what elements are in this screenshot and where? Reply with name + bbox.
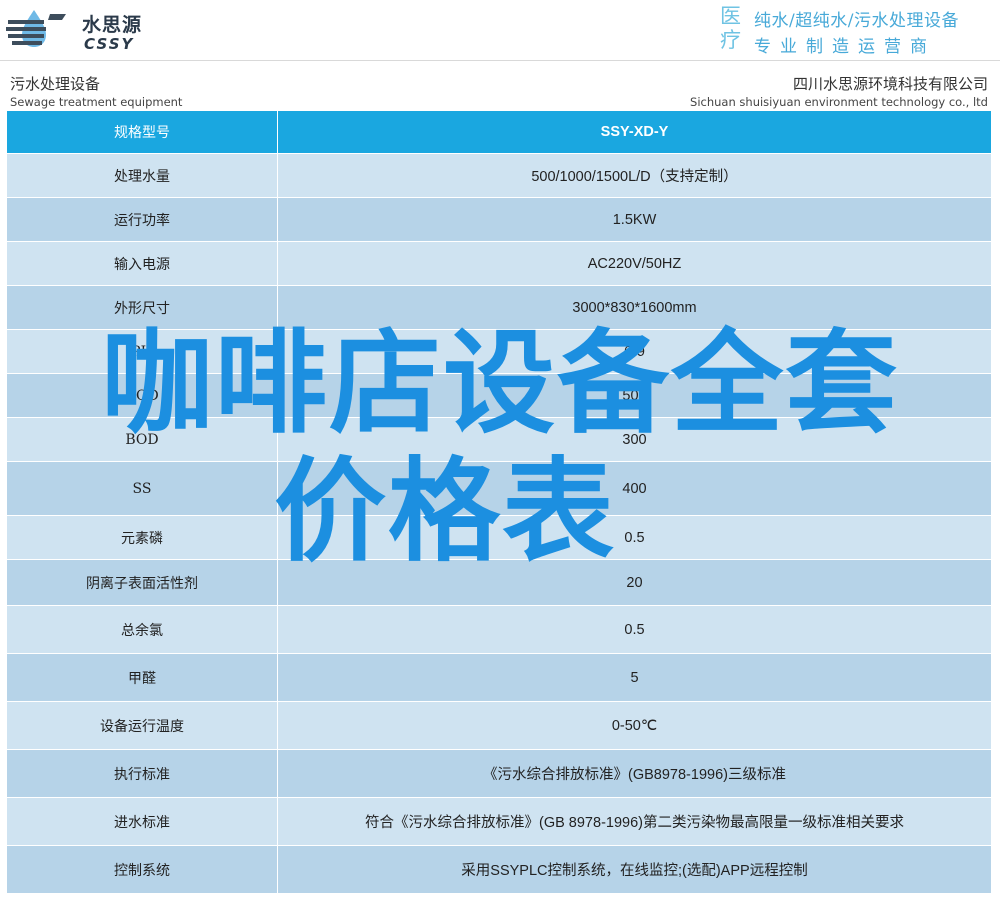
header-slogan: 医疗 纯水/超纯水/污水处理设备 专业制造运营商: [720, 4, 996, 57]
spec-value: 400: [277, 461, 992, 516]
spec-value: 1.5KW: [277, 197, 992, 242]
spec-value: 0.5: [277, 605, 992, 654]
product-subheader: 污水处理设备 Sewage treatment equipment 四川水思源环…: [0, 60, 1000, 111]
table-row: 输入电源 AC220V/50HZ: [6, 241, 992, 286]
spec-label: BOD: [6, 417, 278, 462]
spec-label: 外形尺寸: [6, 285, 278, 330]
table-row: 设备运行温度 0-50℃: [6, 701, 992, 750]
table-header-row: 规格型号 SSY-XD-Y: [6, 110, 992, 154]
spec-label: SS: [6, 461, 278, 516]
spec-label: 阴离子表面活性剂: [6, 559, 278, 606]
table-row: 甲醛 5: [6, 653, 992, 702]
table-row: 总余氯 0.5: [6, 605, 992, 654]
table-row: 元素磷 0.5: [6, 515, 992, 560]
spec-value: 《污水综合排放标准》(GB8978-1996)三级标准: [277, 749, 992, 798]
spec-label: 元素磷: [6, 515, 278, 560]
spec-label: PH: [6, 329, 278, 374]
spec-value: SSY-XD-Y: [277, 110, 992, 154]
table-row: 运行功率 1.5KW: [6, 197, 992, 242]
spec-value: 20: [277, 559, 992, 606]
table-row: PH 6-9: [6, 329, 992, 374]
logo-english-name: CSSY: [84, 35, 135, 53]
spec-value: 500/1000/1500L/D（支持定制）: [277, 153, 992, 198]
spec-value: 5: [277, 653, 992, 702]
table-row: 控制系统 采用SSYPLC控制系统，在线监控;(选配)APP远程控制: [6, 845, 992, 894]
spec-value: 500: [277, 373, 992, 418]
spec-value: 符合《污水综合排放标准》(GB 8978-1996)第二类污染物最高限量一级标准…: [277, 797, 992, 846]
company-logo: 水思源 CSSY: [6, 4, 166, 54]
spec-value: 采用SSYPLC控制系统，在线监控;(选配)APP远程控制: [277, 845, 992, 894]
water-drop-logo-icon: [6, 10, 66, 47]
spec-label: 甲醛: [6, 653, 278, 702]
spec-label: 控制系统: [6, 845, 278, 894]
table-row: 阴离子表面活性剂 20: [6, 559, 992, 606]
spec-value: 300: [277, 417, 992, 462]
spec-label: 处理水量: [6, 153, 278, 198]
logo-chinese-name: 水思源: [82, 14, 143, 36]
slogan-highlight: 医疗: [720, 4, 741, 52]
spec-value: 3000*830*1600mm: [277, 285, 992, 330]
product-category-en: Sewage treatment equipment: [10, 95, 183, 109]
slogan-tagline: 专业制造运营商: [754, 37, 936, 57]
spec-label: 设备运行温度: [6, 701, 278, 750]
table-row: 外形尺寸 3000*830*1600mm: [6, 285, 992, 330]
spec-label: 总余氯: [6, 605, 278, 654]
top-header: 水思源 CSSY 医疗 纯水/超纯水/污水处理设备 专业制造运营商: [0, 0, 1000, 58]
spec-label: 进水标准: [6, 797, 278, 846]
table-row: SS 400: [6, 461, 992, 516]
table-row: 进水标准 符合《污水综合排放标准》(GB 8978-1996)第二类污染物最高限…: [6, 797, 992, 846]
spec-value: 0.5: [277, 515, 992, 560]
spec-label: COD: [6, 373, 278, 418]
spec-table: 规格型号 SSY-XD-Y 处理水量 500/1000/1500L/D（支持定制…: [6, 110, 992, 894]
table-row: COD 500: [6, 373, 992, 418]
spec-value: 6-9: [277, 329, 992, 374]
company-name-en: Sichuan shuisiyuan environment technolog…: [690, 95, 988, 109]
company-name-cn: 四川水思源环境科技有限公司: [792, 75, 988, 93]
spec-label: 输入电源: [6, 241, 278, 286]
product-category-cn: 污水处理设备: [10, 75, 101, 93]
table-row: 处理水量 500/1000/1500L/D（支持定制）: [6, 153, 992, 198]
spec-label: 执行标准: [6, 749, 278, 798]
table-row: BOD 300: [6, 417, 992, 462]
spec-value: AC220V/50HZ: [277, 241, 992, 286]
table-row: 执行标准 《污水综合排放标准》(GB8978-1996)三级标准: [6, 749, 992, 798]
slogan-products: 纯水/超纯水/污水处理设备: [754, 11, 959, 31]
spec-value: 0-50℃: [277, 701, 992, 750]
spec-label: 运行功率: [6, 197, 278, 242]
spec-label: 规格型号: [6, 110, 278, 154]
